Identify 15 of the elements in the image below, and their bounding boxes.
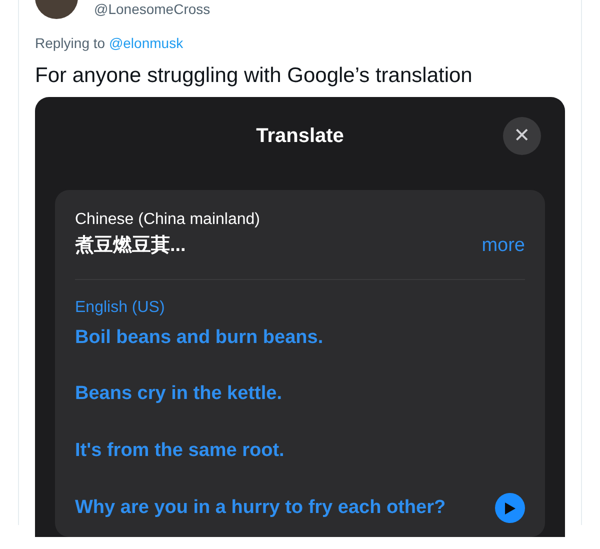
- play-button[interactable]: [495, 493, 525, 524]
- translation-line: Beans cry in the kettle.: [75, 382, 282, 406]
- translation-line: Boil beans and burn beans.: [75, 326, 324, 350]
- user-handle[interactable]: @LonesomeCross: [94, 1, 210, 19]
- sheet-title: Translate: [256, 124, 344, 150]
- translation-line: Why are you in a hurry to fry each other?: [75, 496, 446, 520]
- source-text: 煮豆燃豆萁...: [75, 234, 186, 258]
- close-button[interactable]: ✕: [503, 117, 541, 156]
- reply-label: Replying to: [35, 35, 106, 51]
- play-icon: [504, 502, 516, 515]
- more-link[interactable]: more: [482, 232, 525, 261]
- tweet-text: For anyone struggling with Google’s translation: [35, 63, 474, 89]
- translation-line: It's from the same root.: [75, 438, 284, 463]
- source-language: Chinese (China mainland): [75, 210, 261, 230]
- target-language: English (US): [75, 298, 166, 318]
